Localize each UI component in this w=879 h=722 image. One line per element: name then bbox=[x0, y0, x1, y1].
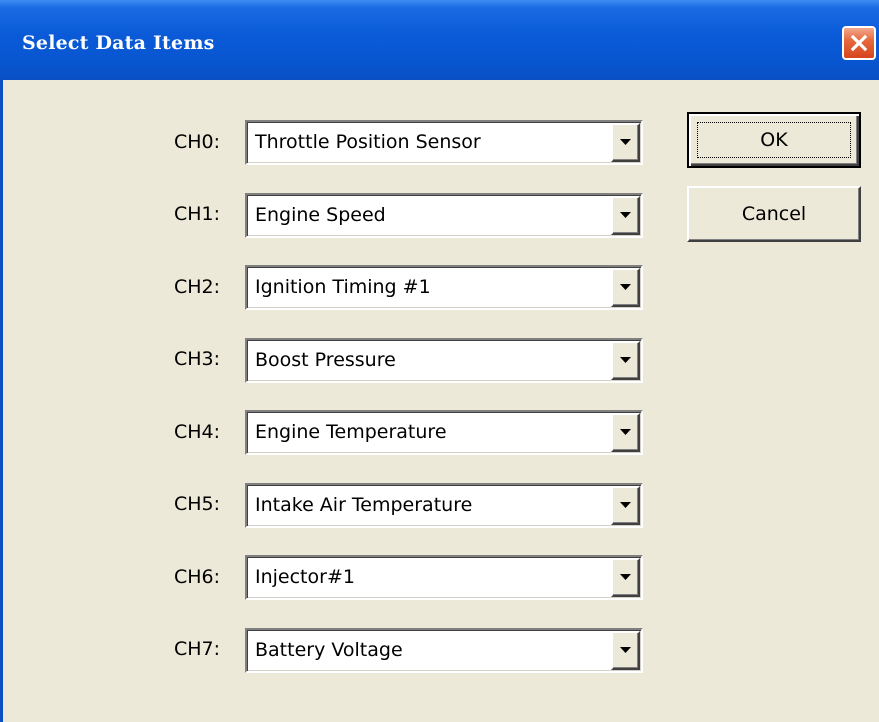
chevron-down-icon bbox=[620, 284, 631, 290]
channel-select-ch6[interactable]: Injector#1 bbox=[245, 555, 643, 600]
title-bar[interactable]: Select Data Items bbox=[0, 0, 879, 80]
close-button[interactable] bbox=[842, 26, 876, 60]
channel-label-ch1: CH1: bbox=[173, 203, 220, 225]
dropdown-button[interactable] bbox=[611, 486, 640, 525]
channel-select-value: Throttle Position Sensor bbox=[255, 131, 481, 153]
cancel-button[interactable]: Cancel bbox=[687, 186, 861, 242]
channel-select-ch5[interactable]: Intake Air Temperature bbox=[245, 483, 643, 528]
cancel-button-label: Cancel bbox=[741, 203, 807, 225]
channel-select-ch7[interactable]: Battery Voltage bbox=[245, 628, 643, 673]
dropdown-button[interactable] bbox=[611, 558, 640, 597]
dropdown-button[interactable] bbox=[611, 196, 640, 235]
chevron-down-icon bbox=[620, 502, 631, 508]
channel-select-value: Intake Air Temperature bbox=[255, 494, 473, 516]
chevron-down-icon bbox=[620, 139, 631, 145]
chevron-down-icon bbox=[620, 647, 631, 653]
dropdown-button[interactable] bbox=[611, 631, 640, 670]
channel-label-ch6: CH6: bbox=[173, 566, 220, 588]
channel-select-ch3[interactable]: Boost Pressure bbox=[245, 338, 643, 383]
dropdown-button[interactable] bbox=[611, 268, 640, 307]
window-border-left bbox=[0, 80, 3, 722]
channel-select-value: Injector#1 bbox=[255, 566, 355, 588]
select-data-items-dialog: Select Data Items CH0: Throttle Position… bbox=[0, 0, 879, 722]
window-title: Select Data Items bbox=[22, 32, 215, 54]
channel-label-ch2: CH2: bbox=[173, 276, 220, 298]
close-icon bbox=[850, 34, 868, 52]
channel-label-ch4: CH4: bbox=[173, 421, 220, 443]
dropdown-button[interactable] bbox=[611, 413, 640, 452]
chevron-down-icon bbox=[620, 574, 631, 580]
channel-select-value: Engine Temperature bbox=[255, 421, 447, 443]
ok-button-label: OK bbox=[760, 129, 788, 151]
chevron-down-icon bbox=[620, 212, 631, 218]
channel-select-value: Ignition Timing #1 bbox=[255, 276, 431, 298]
channel-label-ch7: CH7: bbox=[173, 638, 220, 660]
ok-button[interactable]: OK bbox=[687, 112, 861, 168]
channel-select-value: Boost Pressure bbox=[255, 349, 396, 371]
channel-select-ch4[interactable]: Engine Temperature bbox=[245, 410, 643, 455]
dropdown-button[interactable] bbox=[611, 341, 640, 380]
channel-select-ch0[interactable]: Throttle Position Sensor bbox=[245, 120, 643, 165]
channel-select-value: Battery Voltage bbox=[255, 639, 403, 661]
dropdown-button[interactable] bbox=[611, 123, 640, 162]
chevron-down-icon bbox=[620, 357, 631, 363]
channel-select-value: Engine Speed bbox=[255, 204, 386, 226]
channel-select-ch1[interactable]: Engine Speed bbox=[245, 193, 643, 238]
channel-label-ch5: CH5: bbox=[173, 493, 220, 515]
channel-label-ch3: CH3: bbox=[173, 348, 220, 370]
channel-select-ch2[interactable]: Ignition Timing #1 bbox=[245, 265, 643, 310]
chevron-down-icon bbox=[620, 429, 631, 435]
channel-label-ch0: CH0: bbox=[173, 131, 220, 153]
